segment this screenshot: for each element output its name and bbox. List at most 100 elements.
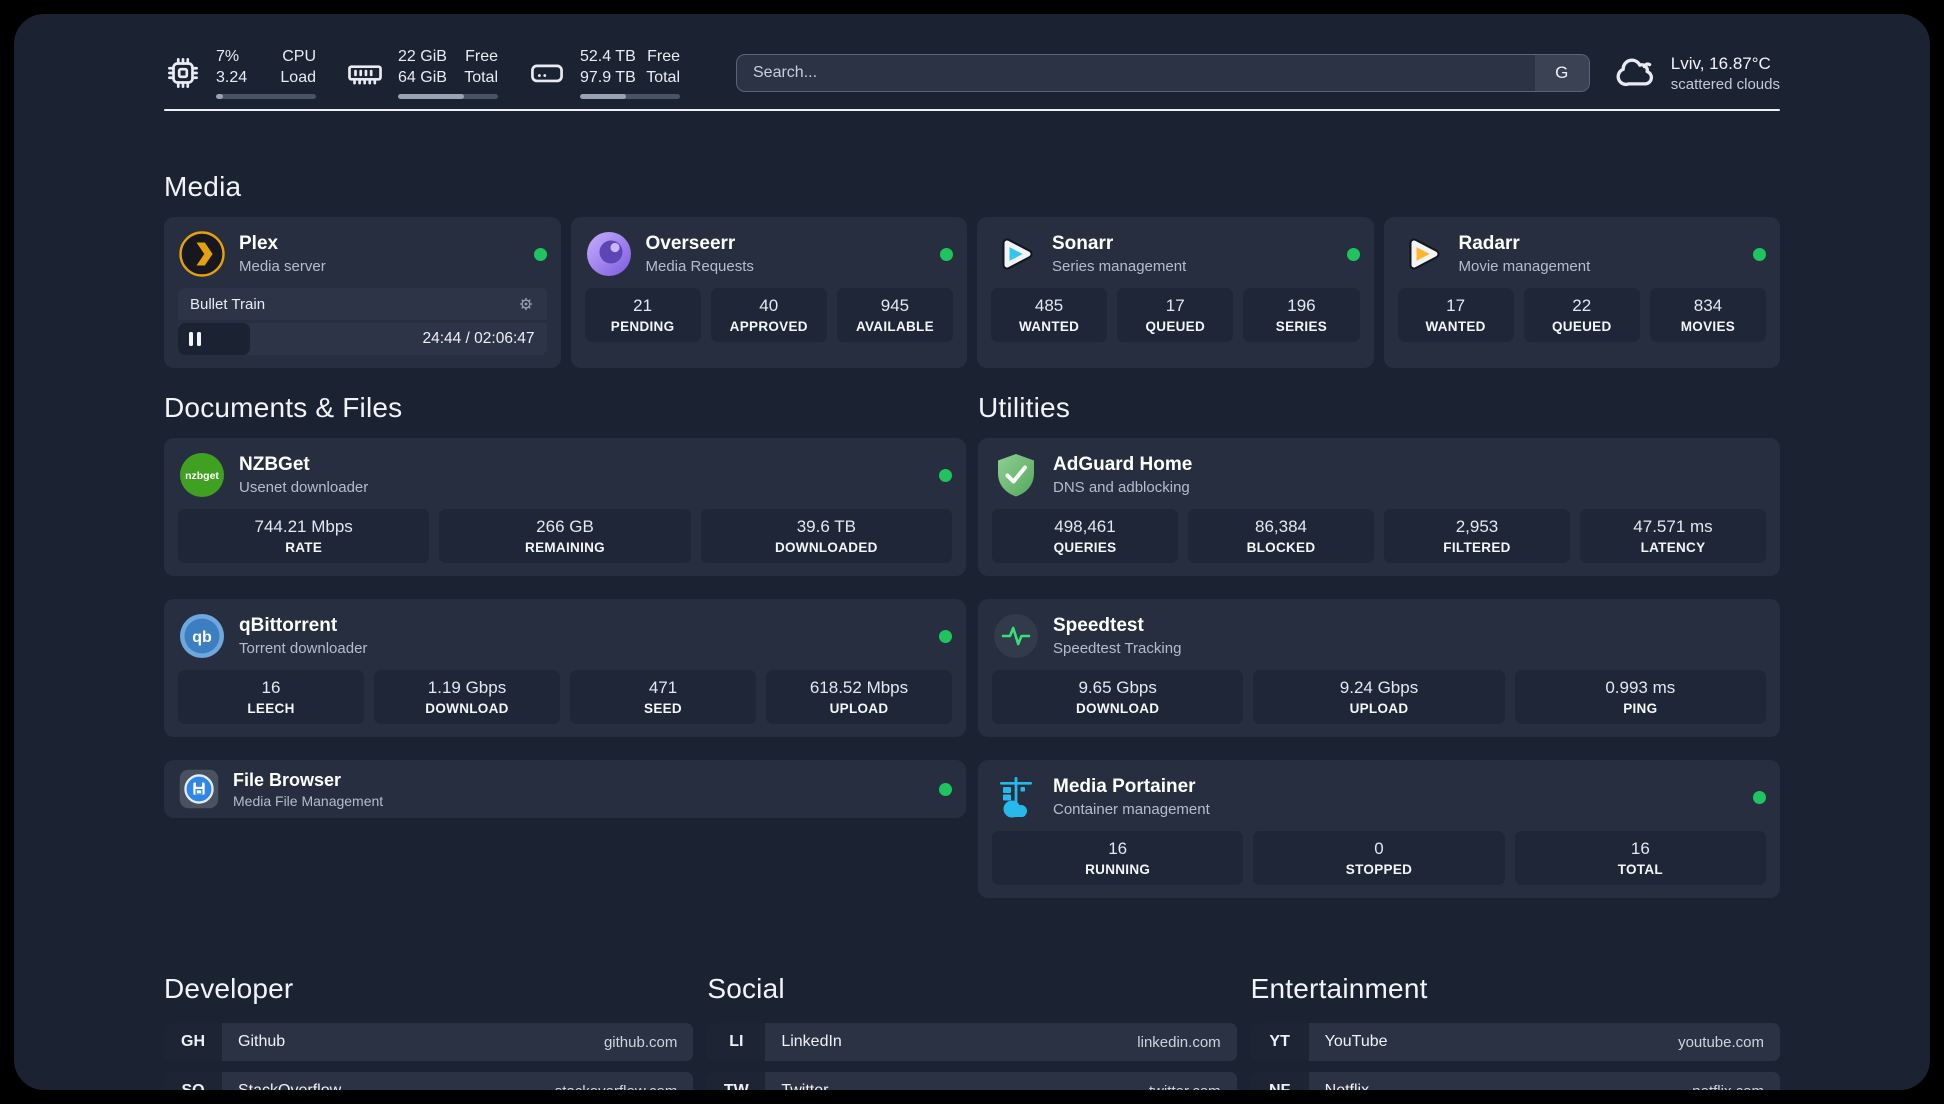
bookmark-name: LinkedIn xyxy=(781,1033,842,1050)
nzbget-subtitle: Usenet downloader xyxy=(239,479,369,496)
qbittorrent-icon: qb xyxy=(178,612,226,660)
plex-icon xyxy=(178,230,226,278)
sonarr-subtitle: Series management xyxy=(1052,258,1187,275)
disk-icon xyxy=(531,64,563,83)
memory-icon xyxy=(348,65,382,85)
bookmark-github[interactable]: GH Github github.com xyxy=(164,1023,694,1061)
stat-tile: 1.19 Gbps DOWNLOAD xyxy=(374,670,560,724)
stat-tile: 0 STOPPED xyxy=(1253,831,1505,885)
stat-tile: 945 AVAILABLE xyxy=(836,288,954,342)
plex-status-dot xyxy=(533,247,547,261)
pause-icon[interactable] xyxy=(189,332,201,346)
disk-free-value: 52.4 TB xyxy=(580,47,636,65)
cpu-progress-track xyxy=(216,94,316,100)
weather-condition: scattered clouds xyxy=(1670,75,1780,93)
card-filebrowser[interactable]: File Browser Media File Management xyxy=(164,760,966,818)
svg-text:nzbget: nzbget xyxy=(185,470,219,482)
section-title-documents: Documents & Files xyxy=(164,392,403,423)
card-qbittorrent[interactable]: qb qBittorrent Torrent downloader 16 LEEC… xyxy=(164,599,966,737)
bookmark-name: Twitter xyxy=(781,1082,828,1090)
disk-widget: 52.4 TB Free 97.9 TB Total xyxy=(528,47,680,100)
portainer-subtitle: Container management xyxy=(1053,801,1210,818)
filebrowser-subtitle: Media File Management xyxy=(233,792,384,809)
stat-tile: 266 GB REMAINING xyxy=(439,509,691,563)
stat-tile: 471 SEED xyxy=(570,670,756,724)
weather-widget: Lviv, 16.87°C scattered clouds xyxy=(1616,52,1780,94)
nzbget-status-dot xyxy=(939,468,952,482)
bookmark-url: twitter.com xyxy=(1149,1083,1221,1091)
stat-tile: 834 MOVIES xyxy=(1649,288,1767,342)
stat-tile: 16 RUNNING xyxy=(992,831,1244,885)
gear-icon[interactable] xyxy=(517,295,535,313)
bookmark-abbr: YT xyxy=(1250,1023,1309,1061)
stat-tile: 16 LEECH xyxy=(178,670,364,724)
card-speedtest[interactable]: Speedtest Speedtest Tracking 9.65 Gbps DO… xyxy=(978,599,1780,737)
memory-progress-track xyxy=(398,94,498,100)
speedtest-subtitle: Speedtest Tracking xyxy=(1053,640,1182,657)
plex-player: Bullet Train 24:44 / 02:06:47 xyxy=(178,288,547,355)
section-documents: Documents & Files nzbget NZBGet Usenet d… xyxy=(164,392,966,921)
section-title-social: Social xyxy=(707,973,785,1004)
card-plex[interactable]: Plex Media server Bullet Train 24:44 / 0… xyxy=(164,217,561,368)
stat-tile: 498,461 QUERIES xyxy=(992,509,1178,563)
card-portainer[interactable]: Media Portainer Container management 16 R… xyxy=(978,760,1780,898)
cpu-usage-label: CPU xyxy=(282,47,316,65)
section-title-entertainment: Entertainment xyxy=(1250,973,1428,1004)
stat-tile: 9.65 Gbps DOWNLOAD xyxy=(992,670,1244,724)
card-radarr[interactable]: Radarr Movie management 17 WANTED 22 QUEUE… xyxy=(1383,217,1780,368)
svg-text:qb: qb xyxy=(192,629,212,646)
plex-title: Plex xyxy=(239,233,279,254)
playback-progress-bar[interactable]: 24:44 / 02:06:47 xyxy=(178,323,547,355)
stat-tile: 744.21 Mbps RATE xyxy=(178,509,430,563)
memory-progress-fill xyxy=(398,94,464,100)
card-overseerr[interactable]: Overseerr Media Requests 21 PENDING 40 APP… xyxy=(570,217,967,368)
bookmark-name: YouTube xyxy=(1324,1033,1388,1050)
filebrowser-status-dot xyxy=(939,782,952,796)
disk-free-label: Free xyxy=(647,47,680,65)
stat-tile: 86,384 BLOCKED xyxy=(1188,509,1374,563)
stat-tile: 21 PENDING xyxy=(584,288,701,342)
bookmark-linkedin[interactable]: LI LinkedIn linkedin.com xyxy=(707,1023,1237,1061)
stat-tile: 17 QUEUED xyxy=(1117,288,1234,342)
section-title-media: Media xyxy=(164,171,242,202)
card-sonarr[interactable]: Sonarr Series management 485 WANTED 17 QUE… xyxy=(977,217,1374,368)
radarr-status-dot xyxy=(1753,247,1766,261)
radarr-icon xyxy=(1398,230,1446,278)
stat-tile: 16 TOTAL xyxy=(1514,831,1766,885)
bookmark-url: github.com xyxy=(603,1033,678,1051)
now-playing-title: Bullet Train xyxy=(190,295,266,313)
media-grid: Plex Media server Bullet Train 24:44 / 0… xyxy=(164,217,1780,368)
bookmark-stackoverflow[interactable]: SO StackOverflow stackoverflow.com xyxy=(164,1072,694,1090)
nzbget-title: NZBGet xyxy=(239,454,310,475)
bookmark-netflix[interactable]: NF Netflix netflix.com xyxy=(1250,1072,1780,1091)
dashboard-panel: 7% CPU 3.24 Load 22 GiB Free 64 GiB Tota… xyxy=(14,14,1930,1090)
sonarr-title: Sonarr xyxy=(1052,233,1114,254)
portainer-title: Media Portainer xyxy=(1053,776,1196,797)
bookmark-abbr: SO xyxy=(164,1072,222,1090)
bookmark-name: Github xyxy=(238,1033,286,1050)
bookmark-url: netflix.com xyxy=(1692,1083,1764,1091)
search-input[interactable] xyxy=(737,55,1535,91)
memory-free-label: Free xyxy=(465,47,498,65)
card-adguard[interactable]: AdGuard Home DNS and adblocking 498,461 Q… xyxy=(978,438,1780,576)
cloud-icon xyxy=(1616,58,1653,87)
stat-tile: 40 APPROVED xyxy=(710,288,827,342)
disk-progress-track xyxy=(580,94,680,100)
disk-total-label: Total xyxy=(646,68,680,86)
bookmark-youtube[interactable]: YT YouTube youtube.com xyxy=(1250,1023,1780,1061)
bookmark-twitter[interactable]: TW Twitter twitter.com xyxy=(707,1072,1237,1091)
adguard-subtitle: DNS and adblocking xyxy=(1053,479,1190,496)
search-engine-button[interactable]: G xyxy=(1534,55,1589,91)
memory-widget: 22 GiB Free 64 GiB Total xyxy=(346,47,498,100)
memory-total-label: Total xyxy=(464,68,498,86)
bookmark-abbr: LI xyxy=(707,1023,766,1061)
bookmark-url: linkedin.com xyxy=(1137,1033,1221,1051)
radarr-title: Radarr xyxy=(1458,233,1520,254)
stat-tile: 196 SERIES xyxy=(1243,288,1360,342)
cpu-usage-value: 7% xyxy=(216,47,240,65)
plex-subtitle: Media server xyxy=(239,258,326,275)
card-nzbget[interactable]: nzbget NZBGet Usenet downloader 744.21 M… xyxy=(164,438,966,576)
bookmark-abbr: NF xyxy=(1250,1072,1309,1090)
adguard-icon xyxy=(992,451,1040,499)
bookmark-url: youtube.com xyxy=(1678,1033,1764,1051)
